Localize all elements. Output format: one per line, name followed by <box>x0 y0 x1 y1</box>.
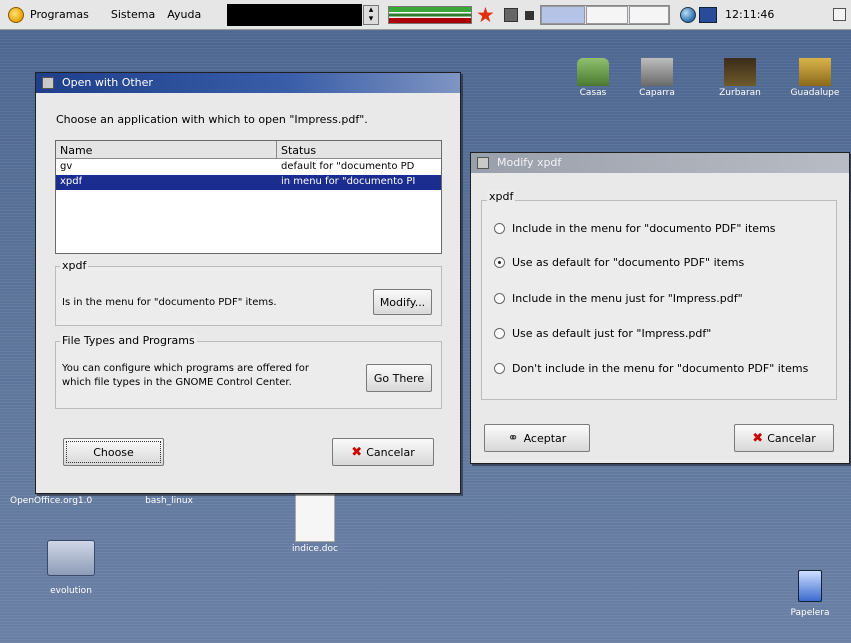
desktop-icon-papelera[interactable]: Papelera <box>780 570 840 618</box>
spin-arrows-icon[interactable]: ▴ ▾ <box>363 5 379 25</box>
link-icon: ⚭ <box>507 430 519 446</box>
row-name: xpdf <box>60 176 83 187</box>
option-include-menu-type[interactable]: Include in the menu for "documento PDF" … <box>494 219 776 237</box>
file-types-text-1: You can configure which programs are off… <box>62 363 309 374</box>
choose-button[interactable]: Choose <box>63 438 164 466</box>
modify-cancel-button[interactable]: ✖ Cancelar <box>734 424 834 452</box>
workspace-1[interactable] <box>541 6 585 24</box>
desktop-icon-casas[interactable]: Casas <box>568 58 618 98</box>
option-label: Include in the menu for "documento PDF" … <box>512 221 776 235</box>
go-there-button[interactable]: Go There <box>366 364 432 392</box>
list-row-selected[interactable]: xpdf in menu for "documento PI <box>56 175 441 190</box>
painting-icon <box>724 58 756 86</box>
modify-titlebar[interactable]: Modify xpdf <box>471 153 849 173</box>
modify-frame-label: xpdf <box>487 190 516 203</box>
tasklist-area[interactable] <box>227 4 362 26</box>
desktop-icon-openoffice[interactable]: OpenOffice.org1.0 <box>10 496 120 506</box>
desktop-icon-bash-linux[interactable]: bash_linux <box>134 496 204 506</box>
workspace-3[interactable] <box>629 6 669 24</box>
application-list[interactable]: Name Status gv default for "documento PD… <box>55 140 442 254</box>
monastery-icon <box>799 58 831 86</box>
list-row[interactable]: gv default for "documento PD <box>56 160 441 175</box>
column-status[interactable]: Status <box>277 141 441 159</box>
cancel-x-icon: ✖ <box>752 430 764 446</box>
radio-button[interactable] <box>494 362 505 374</box>
option-default-file[interactable]: Use as default just for "Impress.pdf" <box>494 324 711 342</box>
option-dont-include[interactable]: Don't include in the menu for "documento… <box>494 359 808 377</box>
cancel-x-icon: ✖ <box>351 444 363 460</box>
open-with-prompt: Choose an application with which to open… <box>56 113 368 126</box>
window-menu-icon[interactable] <box>42 77 54 89</box>
dropdown-arrow-icon[interactable] <box>525 11 534 20</box>
option-label: Use as default just for "Impress.pdf" <box>512 326 712 340</box>
row-name: gv <box>60 161 73 172</box>
monitor-icon[interactable] <box>699 7 717 23</box>
arch-icon <box>641 58 673 86</box>
desktop-icon-caparra[interactable]: Caparra <box>632 58 682 98</box>
desktop-icon-evolution[interactable]: evolution <box>36 540 106 596</box>
radio-button[interactable] <box>494 327 505 339</box>
show-desktop-button[interactable] <box>833 8 846 21</box>
menu-sistema[interactable]: Sistema <box>105 8 161 21</box>
radio-button-checked[interactable] <box>494 256 505 268</box>
open-with-titlebar[interactable]: Open with Other <box>36 73 460 93</box>
star-launcher-icon[interactable]: ★ <box>476 3 495 27</box>
column-name[interactable]: Name <box>56 141 277 159</box>
desktop-icon-indice-doc[interactable]: indice.doc <box>280 494 350 554</box>
row-status: in menu for "documento PI <box>281 176 416 187</box>
row-status: default for "documento PD <box>281 161 415 172</box>
globe-icon[interactable] <box>680 7 696 23</box>
window-menu-icon[interactable] <box>477 157 489 169</box>
modify-cancel-label: Cancelar <box>767 431 816 445</box>
accept-button[interactable]: ⚭ Aceptar <box>484 424 590 452</box>
open-with-title: Open with Other <box>62 76 153 89</box>
modify-dialog: Modify xpdf xpdf <box>470 152 850 464</box>
trash-icon <box>798 570 822 602</box>
menu-ayuda[interactable]: Ayuda <box>161 8 207 21</box>
option-default-type[interactable]: Use as default for "documento PDF" items <box>494 253 744 271</box>
application-status: Is in the menu for "documento PDF" items… <box>62 297 277 308</box>
option-label: Include in the menu just for "Impress.pd… <box>512 291 743 305</box>
modify-title: Modify xpdf <box>497 156 562 169</box>
file-types-label: File Types and Programs <box>60 334 197 347</box>
folder-icon <box>47 540 95 576</box>
cancel-button-label: Cancelar <box>366 445 415 459</box>
cpu-monitor-applet[interactable] <box>388 6 472 24</box>
radio-button[interactable] <box>494 292 505 304</box>
option-include-menu-file[interactable]: Include in the menu just for "Impress.pd… <box>494 289 743 307</box>
application-frame-label: xpdf <box>60 259 89 272</box>
option-label: Use as default for "documento PDF" items <box>512 255 745 269</box>
list-header: Name Status <box>56 141 441 159</box>
workspace-2[interactable] <box>586 6 628 24</box>
accept-button-label: Aceptar <box>523 431 567 445</box>
panel-clock[interactable]: 12:11:46 <box>725 8 774 21</box>
desktop-icon-zurbaran[interactable]: Zurbaran <box>712 58 768 98</box>
terminal-launcher-icon[interactable] <box>504 8 518 22</box>
desktop-icon-guadalupe[interactable]: Guadalupe <box>782 58 848 98</box>
gnome-foot-icon[interactable] <box>8 6 24 23</box>
document-icon <box>295 494 335 542</box>
menu-programas[interactable]: Programas <box>24 8 95 21</box>
modify-button[interactable]: Modify... <box>373 289 432 315</box>
file-types-text-2: which file types in the GNOME Control Ce… <box>62 377 292 388</box>
house-icon <box>577 58 609 86</box>
option-label: Don't include in the menu for "documento… <box>512 361 809 375</box>
open-with-dialog: Open with Other Choose an application wi… <box>35 72 461 494</box>
radio-button[interactable] <box>494 222 505 234</box>
cancel-button[interactable]: ✖ Cancelar <box>332 438 434 466</box>
